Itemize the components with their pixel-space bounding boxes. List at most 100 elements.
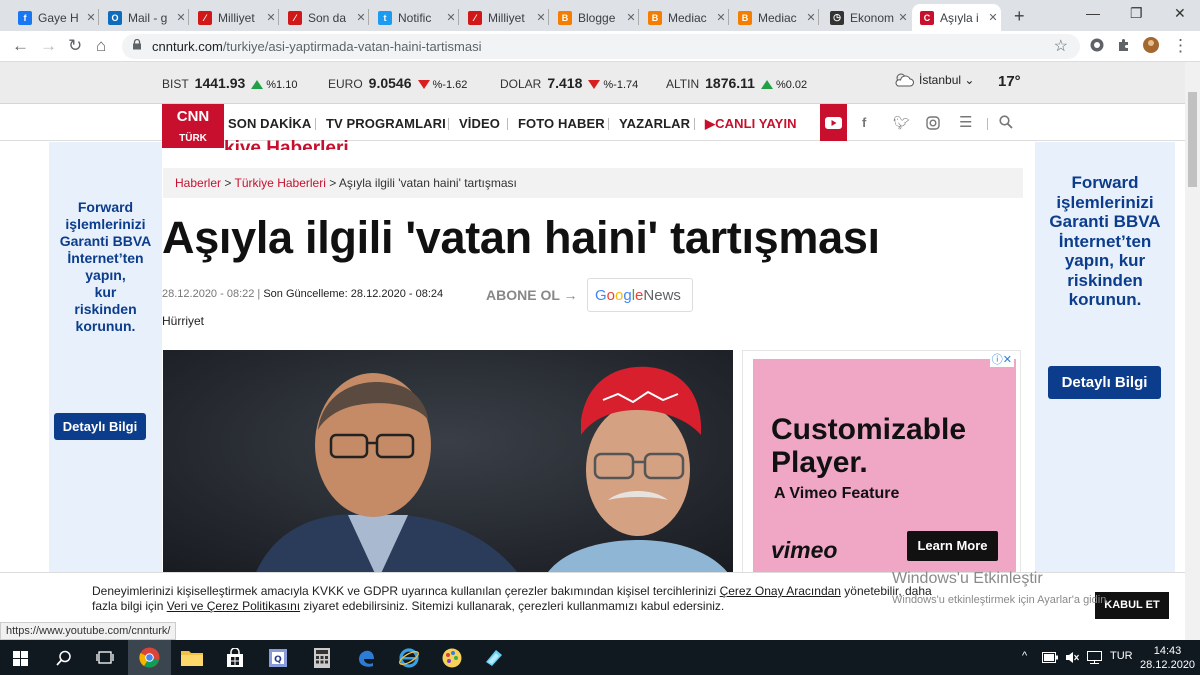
internet-explorer-icon[interactable] [398,647,420,669]
cnnturk-logo[interactable]: CNN TÜRK [162,104,224,148]
close-tab-icon[interactable]: ✕ [895,11,911,24]
article-headline: Aşıyla ilgili 'vatan haini' tartışması [162,212,880,263]
ad-choices-icon[interactable]: ⓘ✕ [989,351,1014,367]
status-bar-url: https://www.youtube.com/cnnturk/ [0,622,177,640]
left-side-ad[interactable]: Forward işlemlerinizi Garanti BBVA İnternet… [49,142,162,627]
bookmark-star-icon[interactable]: ☆ [1054,36,1068,56]
system-clock[interactable]: 14:43 28.12.2020 [1140,644,1195,672]
browser-tab[interactable]: ⁄ Milliyet ✕ [190,4,279,31]
url-input[interactable]: cnnturk.com/turkiye/asi-yaptirmada-vatan… [122,34,1080,59]
snipping-tool-icon[interactable] [484,648,504,668]
right-side-ad[interactable]: Forward işlemlerinizi Garanti BBVA İnter… [1035,142,1175,627]
side-ad-button[interactable]: Detaylı Bilgi [54,413,146,440]
vimeo-ad[interactable]: Customizable Player. A Vimeo Feature vim… [742,350,1021,581]
close-tab-icon[interactable]: ✕ [623,11,639,24]
battery-icon[interactable] [1042,652,1058,663]
close-tab-icon[interactable]: ✕ [533,11,549,24]
nav-foto-haber[interactable]: FOTO HABER [518,116,605,131]
browser-tab-label: Aşıyla i [940,10,979,25]
youtube-link[interactable] [820,104,847,141]
speaker-muted-icon[interactable] [1065,651,1079,664]
page-scrollbar[interactable] [1185,62,1200,640]
browser-tab[interactable]: ⁄ Son da ✕ [280,4,369,31]
app-icon[interactable]: Q [268,648,288,668]
forward-icon[interactable]: → [40,36,57,56]
browser-tab[interactable]: ⁄ Milliyet ✕ [460,4,549,31]
close-window-button[interactable]: ✕ [1174,5,1186,22]
paint-icon[interactable] [441,647,463,669]
facebook-icon[interactable]: f [862,115,866,130]
browser-tab[interactable]: f Gaye H ✕ [10,4,99,31]
breadcrumb-haberler[interactable]: Haberler [175,176,221,190]
browser-tab[interactable]: C Aşıyla i ✕ [912,4,1001,31]
reload-icon[interactable]: ↻ [68,36,82,56]
browser-tab[interactable]: ◷ Ekonom ✕ [822,4,911,31]
article-photo-image [163,350,733,580]
weather-city-select[interactable]: İstanbul ⌄ [893,72,974,88]
file-explorer-icon[interactable] [181,649,203,666]
search-icon[interactable] [56,650,72,666]
learn-more-button[interactable]: Learn More [907,531,998,561]
vimeo-ad-content[interactable]: Customizable Player. A Vimeo Feature vim… [753,359,1016,581]
breadcrumb-turkiye-haberleri[interactable]: Türkiye Haberleri [235,176,326,190]
close-tab-icon[interactable]: ✕ [263,11,279,24]
menu-dots-icon[interactable]: ⋮ [1172,36,1189,56]
network-icon[interactable] [1087,651,1102,664]
subscribe-link[interactable]: ABONE OL → [486,287,578,303]
google-logo-letter: o [606,287,616,304]
browser-tab[interactable]: B Mediac ✕ [640,4,729,31]
puzzle-icon[interactable] [1116,37,1132,53]
nav-tv-programlari[interactable]: TV PROGRAMLARI [326,116,446,131]
cnn-icon: C [920,10,934,25]
google-news-button[interactable]: GoogleNews [587,278,693,312]
cookie-consent-link[interactable]: Çerez Onay Aracından [720,584,841,598]
close-tab-icon[interactable]: ✕ [985,11,1001,24]
browser-tab[interactable]: t Notific ✕ [370,4,459,31]
avatar[interactable] [1143,37,1159,53]
ticker-euro[interactable]: EURO 9.0546 %-1.62 [328,75,467,91]
side-ad-line: kur [94,284,117,300]
nav-canli-yayin[interactable]: ▶CANLI YAYIN [705,116,797,132]
windows-start-icon[interactable] [13,651,28,666]
tab-separator [368,9,369,25]
nav-yazarlar[interactable]: YAZARLAR [619,116,690,131]
new-tab-button[interactable]: + [1014,6,1025,27]
ticker-altin[interactable]: ALTIN 1876.11 %0.02 [666,75,807,91]
close-tab-icon[interactable]: ✕ [173,11,189,24]
browser-tab[interactable]: B Mediac ✕ [730,4,819,31]
close-tab-icon[interactable]: ✕ [713,11,729,24]
nav-video[interactable]: VİDEO [459,116,500,131]
ticker-dolar[interactable]: DOLAR 7.418 %-1.74 [500,75,638,91]
close-tab-icon[interactable]: ✕ [83,11,99,24]
close-tab-icon[interactable]: ✕ [353,11,369,24]
instagram-icon[interactable] [926,116,940,130]
minimize-button[interactable]: — [1086,5,1100,21]
restore-button[interactable]: ❐ [1130,5,1143,22]
show-hidden-icons-chevron[interactable]: ^ [1022,650,1027,662]
edge-icon[interactable] [356,648,376,668]
search-icon[interactable] [999,115,1013,129]
input-language[interactable]: TUR [1110,650,1133,662]
chrome-icon[interactable] [139,647,160,668]
hamburger-menu-icon[interactable]: ☰ [959,113,972,131]
browser-tab-label: Notific [398,10,432,25]
home-icon[interactable]: ⌂ [96,36,106,56]
privacy-policy-link[interactable]: Veri ve Çerez Politikasını [167,599,300,613]
scrollbar-thumb[interactable] [1188,92,1197,187]
twitter-icon[interactable]: 🐦︎ [893,115,910,131]
browser-tab[interactable]: B Blogge ✕ [550,4,639,31]
web-page: BIST 1441.93 %1.10 EURO 9.0546 %-1.62 DOLAR 7… [0,62,1185,627]
ticker-bist[interactable]: BIST 1441.93 %1.10 [162,75,297,91]
side-ad-button[interactable]: Detaylı Bilgi [1048,366,1161,399]
back-icon[interactable]: ← [12,36,29,56]
task-view-icon[interactable] [96,650,114,665]
extension-icon[interactable] [1089,37,1105,53]
close-tab-icon[interactable]: ✕ [803,11,819,24]
article-photo[interactable] [163,350,733,580]
store-icon[interactable] [225,648,245,668]
close-tab-icon[interactable]: ✕ [443,11,459,24]
outlook-icon: O [108,10,122,25]
browser-tab[interactable]: O Mail - g ✕ [100,4,189,31]
nav-son-dakika[interactable]: SON DAKİKA [228,116,311,131]
calculator-icon[interactable] [314,648,330,668]
